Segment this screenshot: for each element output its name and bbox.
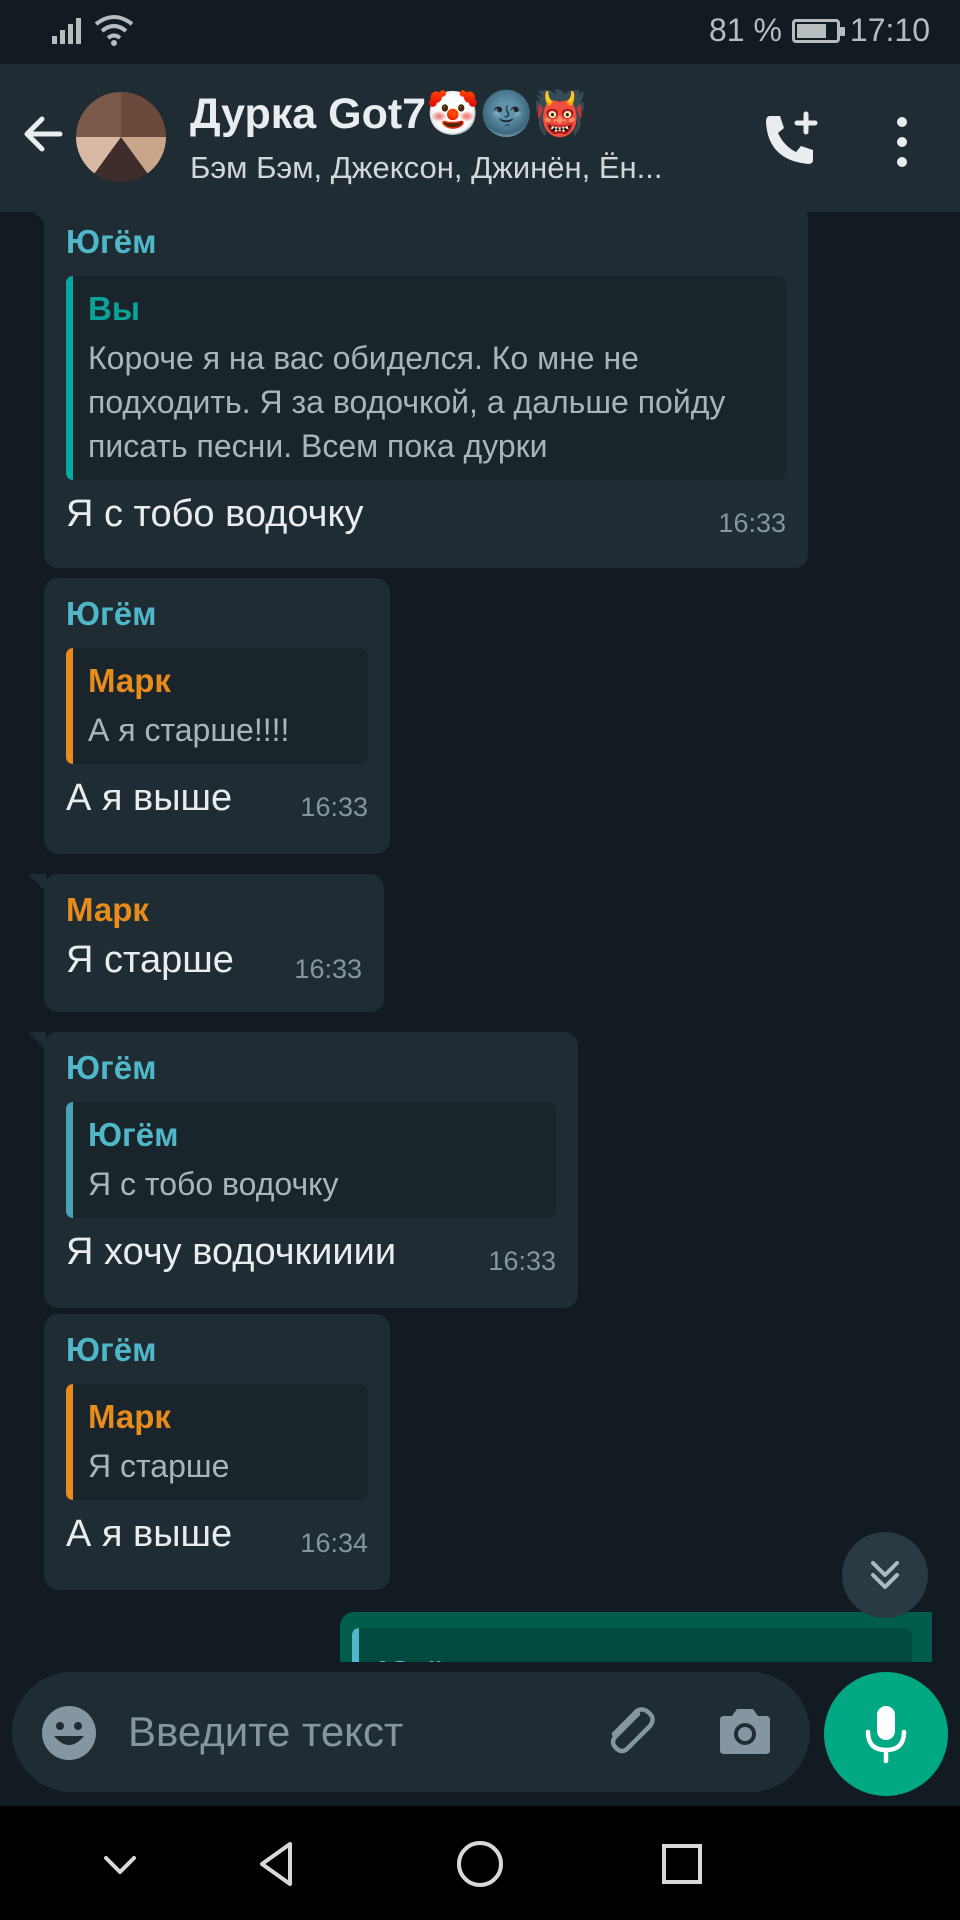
quote-author: Марк xyxy=(88,662,171,699)
quote-author: Вы xyxy=(88,290,141,327)
wifi-icon xyxy=(94,15,134,46)
more-vert-icon[interactable] xyxy=(878,112,926,172)
mic-icon xyxy=(865,1706,907,1764)
quoted-message[interactable]: Марк Я старше xyxy=(66,1384,368,1500)
quoted-message[interactable]: Югём Я с тобо водочку xyxy=(66,1102,556,1218)
message-bubble[interactable]: Югём Вы Короче я на вас обиделся. Ко мне… xyxy=(28,212,808,568)
nav-home-icon[interactable] xyxy=(450,1834,510,1894)
double-chevron-down-icon xyxy=(871,1561,899,1589)
chat-header: Дурка Got7🤡🌚👹 Бэм Бэм, Джексон, Джинён, … xyxy=(0,64,960,212)
message-composer xyxy=(12,1672,810,1792)
message-time: 16:33 xyxy=(718,508,786,538)
message-input[interactable] xyxy=(128,1702,568,1762)
message-text: Я с тобо водочку xyxy=(66,493,364,535)
battery-percent: 81 % xyxy=(708,12,782,48)
message-text: А я выше xyxy=(66,777,233,819)
signal-icon xyxy=(52,18,81,44)
quote-text: Я старше xyxy=(88,1448,230,1484)
nav-hide-icon[interactable] xyxy=(90,1834,150,1894)
nav-back-icon[interactable] xyxy=(248,1834,308,1894)
message-list[interactable]: Югём Вы Короче я на вас обиделся. Ко мне… xyxy=(0,212,960,1662)
message-bubble[interactable]: Марк Я старше 16:33 xyxy=(28,874,384,1012)
message-text: Я старше xyxy=(66,939,234,981)
back-arrow-icon[interactable] xyxy=(16,106,72,162)
quote-text: Я с тобо водочку xyxy=(88,1166,339,1202)
message-time: 16:33 xyxy=(488,1246,556,1276)
clock: 17:10 xyxy=(849,12,930,48)
message-time: 16:34 xyxy=(300,1528,368,1558)
nav-recents-icon[interactable] xyxy=(652,1834,712,1894)
add-call-icon[interactable] xyxy=(758,108,822,172)
quote-author: Югём xyxy=(378,1654,469,1662)
chat-title-area[interactable]: Дурка Got7🤡🌚👹 Бэм Бэм, Джексон, Джинён, … xyxy=(190,88,750,188)
quoted-message[interactable]: Вы Короче я на вас обиделся. Ко мне не п… xyxy=(66,276,786,480)
chat-title: Дурка Got7🤡🌚👹 xyxy=(190,90,587,138)
message-time: 16:33 xyxy=(300,792,368,822)
system-nav-bar xyxy=(0,1806,960,1920)
message-time: 16:33 xyxy=(294,954,362,984)
quote-text: А я старше!!!! xyxy=(88,712,290,748)
message-text: А я выше xyxy=(66,1513,233,1555)
quoted-message[interactable]: Югём xyxy=(352,1628,912,1662)
chat-members: Бэм Бэм, Джексон, Джинён, Ён... xyxy=(190,150,663,185)
message-bubble[interactable]: Югём Марк А я старше!!!! А я выше 16:33 xyxy=(44,578,390,854)
quote-author: Югём xyxy=(88,1116,179,1153)
camera-icon[interactable] xyxy=(716,1706,774,1758)
status-bar: 81 % 17:10 xyxy=(0,0,960,64)
battery-icon xyxy=(791,18,845,43)
message-bubble[interactable]: Югём Югём Я с тобо водочку Я хочу водочк… xyxy=(28,1032,578,1308)
scroll-to-bottom-button[interactable] xyxy=(842,1532,928,1618)
quote-author: Марк xyxy=(88,1398,171,1435)
voice-message-button[interactable] xyxy=(824,1672,948,1796)
sender-name: Югём xyxy=(66,223,157,260)
sender-name: Югём xyxy=(66,1331,157,1368)
emoji-icon[interactable] xyxy=(40,1704,98,1762)
outgoing-message-bubble[interactable]: Югём xyxy=(340,1612,932,1662)
sender-name: Югём xyxy=(66,595,157,632)
sender-name: Югём xyxy=(66,1049,157,1086)
group-avatar[interactable] xyxy=(76,92,166,182)
message-text: Я хочу водочкииии xyxy=(66,1231,397,1273)
sender-name: Марк xyxy=(66,891,149,928)
quoted-message[interactable]: Марк А я старше!!!! xyxy=(66,648,368,764)
message-bubble[interactable]: Югём Марк Я старше А я выше 16:34 xyxy=(44,1314,390,1590)
attach-icon[interactable] xyxy=(598,1700,662,1764)
quote-text: Короче я на вас обиделся. Ко мне не подх… xyxy=(88,340,726,464)
